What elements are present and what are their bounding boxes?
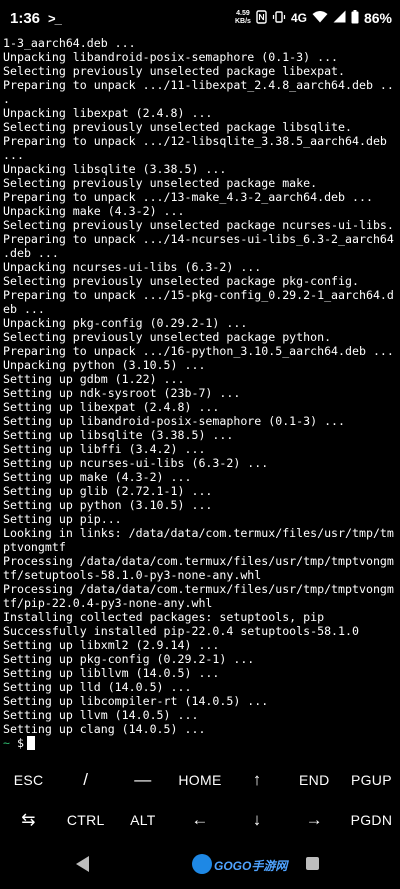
clock: 1:36 <box>10 9 41 27</box>
terminal-line: Preparing to unpack .../14-ncurses-ui-li… <box>3 232 394 246</box>
terminal-line: Selecting previously unselected package … <box>3 274 359 288</box>
terminal-line: Setting up ndk-sysroot (23b-7) ... <box>3 386 241 400</box>
esc-key[interactable]: ESC <box>0 760 57 800</box>
terminal-line: Preparing to unpack .../15-pkg-config_0.… <box>3 288 394 302</box>
terminal-line: Setting up libexpat (2.4.8) ... <box>3 400 220 414</box>
termux-notification-icon: >_ <box>48 10 62 26</box>
wifi-icon <box>312 10 328 26</box>
tab-key[interactable]: ⇆ <box>0 800 57 840</box>
nfc-icon <box>256 9 267 27</box>
alt-key[interactable]: ALT <box>114 800 171 840</box>
network-speed: 4.59 KB/s <box>235 10 251 26</box>
left-arrow-key[interactable]: ← <box>171 800 228 840</box>
terminal-line: Setting up ncurses-ui-libs (6.3-2) ... <box>3 456 269 470</box>
terminal-line: Setting up gdbm (1.22) ... <box>3 372 185 386</box>
terminal-line: 1-3_aarch64.deb ... <box>3 36 136 50</box>
back-button[interactable] <box>76 856 89 872</box>
page-down-key[interactable]: PGDN <box>343 800 400 840</box>
up-arrow-key[interactable]: ↑ <box>229 760 286 800</box>
home-button[interactable] <box>192 854 212 874</box>
terminal-line: Processing /data/data/com.termux/files/u… <box>3 554 394 568</box>
terminal-line: . <box>3 92 10 106</box>
status-right: 4.59 KB/s 4G 86% <box>235 9 392 27</box>
navigation-bar: GOGO手游网 <box>0 840 400 889</box>
terminal-line: Preparing to unpack .../12-libsqlite_3.3… <box>3 134 387 148</box>
network-speed-unit: KB/s <box>235 18 251 25</box>
down-arrow-key[interactable]: ↓ <box>229 800 286 840</box>
terminal-line: Selecting previously unselected package … <box>3 218 394 232</box>
battery-icon <box>351 9 359 27</box>
terminal-line: Setting up libsqlite (3.38.5) ... <box>3 428 234 442</box>
terminal-line: Setting up glib (2.72.1-1) ... <box>3 484 213 498</box>
battery-percentage: 86% <box>363 10 392 26</box>
dash-key[interactable]: — <box>114 760 171 800</box>
terminal-line: Setting up pkg-config (0.29.2-1) ... <box>3 652 255 666</box>
terminal-line: Preparing to unpack .../11-libexpat_2.4.… <box>3 78 394 92</box>
vibrate-icon <box>272 10 286 27</box>
signal-icon <box>333 10 346 26</box>
prompt-directory: ~ <box>3 736 10 750</box>
terminal-line: Setting up libffi (3.4.2) ... <box>3 442 206 456</box>
network-speed-value: 4.59 <box>236 10 250 17</box>
right-arrow-key[interactable]: → <box>286 800 343 840</box>
terminal-line: Selecting previously unselected package … <box>3 64 346 78</box>
terminal-line: Unpacking libexpat (2.4.8) ... <box>3 106 213 120</box>
ctrl-key[interactable]: CTRL <box>57 800 114 840</box>
terminal-line: Setting up make (4.3-2) ... <box>3 470 192 484</box>
terminal-line: Looking in links: /data/data/com.termux/… <box>3 526 394 540</box>
prompt-symbol: $ <box>9 736 24 750</box>
terminal-line: Setting up lld (14.0.5) ... <box>3 680 192 694</box>
terminal-line: eb ... <box>3 302 45 316</box>
home-key[interactable]: HOME <box>171 760 228 800</box>
terminal-line: Installing collected packages: setuptool… <box>3 610 325 624</box>
extra-keys-bar: ESC / — HOME ↑ END PGUP ⇆ CTRL ALT ← ↓ → PGDN <box>0 760 400 840</box>
terminal-line: .deb ... <box>3 246 59 260</box>
status-bar: 1:36 >_ 4.59 KB/s 4G 86% <box>0 0 400 36</box>
page-up-key[interactable]: PGUP <box>343 760 400 800</box>
end-key[interactable]: END <box>286 760 343 800</box>
terminal-line: Setting up libandroid-posix-semaphore (0… <box>3 414 346 428</box>
extra-keys-row-1: ESC / — HOME ↑ END PGUP <box>0 760 400 800</box>
text-cursor <box>26 736 35 750</box>
network-type: 4G <box>290 11 307 25</box>
terminal-line: Setting up libxml2 (2.9.14) ... <box>3 638 220 652</box>
terminal-line: Preparing to unpack .../13-make_4.3-2_aa… <box>3 190 373 204</box>
terminal-line: tf/pip-22.0.4-py3-none-any.whl <box>3 596 213 610</box>
shell-prompt[interactable]: ~ $ <box>3 736 397 750</box>
terminal-line: Setting up pip... <box>3 512 122 526</box>
terminal-line: Setting up libllvm (14.0.5) ... <box>3 666 220 680</box>
terminal-line: Unpacking make (4.3-2) ... <box>3 204 185 218</box>
terminal-line: Unpacking python (3.10.5) ... <box>3 358 206 372</box>
recents-button[interactable] <box>306 857 319 870</box>
terminal-line: Unpacking libsqlite (3.38.5) ... <box>3 162 227 176</box>
watermark: GOGO手游网 <box>214 859 288 873</box>
terminal-line: Selecting previously unselected package … <box>3 330 332 344</box>
terminal-line: Selecting previously unselected package … <box>3 120 353 134</box>
terminal-output[interactable]: 1-3_aarch64.deb ... Unpacking libandroid-… <box>3 36 397 756</box>
terminal-line: ... <box>3 148 24 162</box>
slash-key[interactable]: / <box>57 760 114 800</box>
extra-keys-row-2: ⇆ CTRL ALT ← ↓ → PGDN <box>0 800 400 840</box>
terminal-line: Preparing to unpack .../16-python_3.10.5… <box>3 344 394 358</box>
terminal-line: Successfully installed pip-22.0.4 setupt… <box>3 624 359 638</box>
terminal-line: Unpacking ncurses-ui-libs (6.3-2) ... <box>3 260 262 274</box>
status-left: 1:36 >_ <box>10 9 62 27</box>
terminal-line: Processing /data/data/com.termux/files/u… <box>3 582 394 596</box>
terminal-line: Selecting previously unselected package … <box>3 176 318 190</box>
terminal-line: ptvongmtf <box>3 540 66 554</box>
terminal-line: tf/setuptools-58.1.0-py3-none-any.whl <box>3 568 262 582</box>
terminal-line: Setting up python (3.10.5) ... <box>3 498 213 512</box>
terminal-line: Unpacking libandroid-posix-semaphore (0.… <box>3 50 339 64</box>
terminal-line: Setting up clang (14.0.5) ... <box>3 722 206 736</box>
terminal-line: Setting up llvm (14.0.5) ... <box>3 708 199 722</box>
terminal-line: Unpacking pkg-config (0.29.2-1) ... <box>3 316 248 330</box>
terminal-line: Setting up libcompiler-rt (14.0.5) ... <box>3 694 269 708</box>
